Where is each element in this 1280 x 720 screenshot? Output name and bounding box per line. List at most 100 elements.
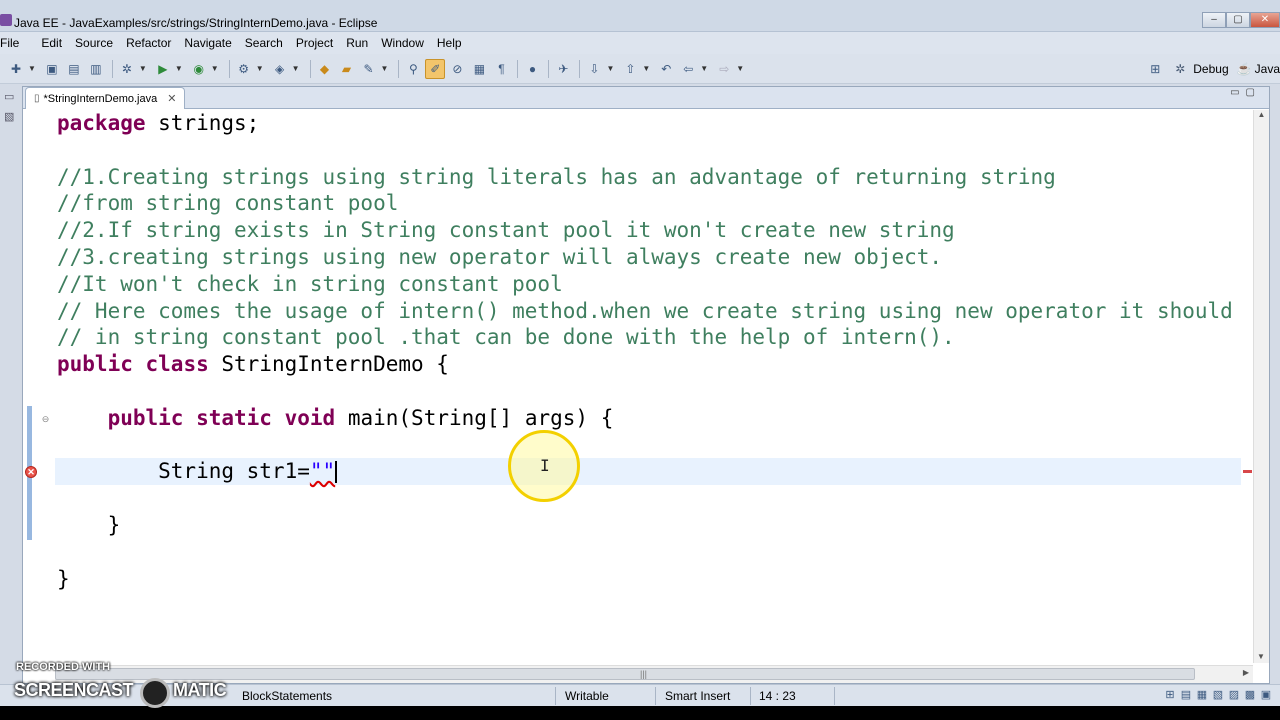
code-text: }: [57, 512, 121, 537]
server-icon[interactable]: ⚙: [234, 59, 254, 79]
code-keyword: public: [107, 405, 184, 430]
new-java-project-icon[interactable]: ◈: [270, 59, 290, 79]
code-line[interactable]: [55, 432, 1241, 459]
open-perspective-icon[interactable]: ⊞: [1145, 59, 1165, 79]
fold-collapse-icon[interactable]: ⊖: [41, 415, 50, 424]
status-separator: [750, 687, 751, 705]
open-type-icon[interactable]: ◆: [315, 59, 335, 79]
show-whitespace-icon[interactable]: ▦: [469, 59, 489, 79]
code-line[interactable]: [55, 485, 1241, 512]
new-dropdown-icon[interactable]: ▼: [28, 64, 36, 73]
menu-source[interactable]: Source: [75, 36, 120, 50]
coverage-icon[interactable]: ◉: [189, 59, 209, 79]
code-line[interactable]: // in string constant pool .that can be …: [55, 324, 1241, 351]
perspective-debug[interactable]: ✲ Debug: [1175, 62, 1228, 76]
run-dropdown-icon[interactable]: ▼: [175, 64, 183, 73]
last-edit-icon[interactable]: ↶: [656, 59, 676, 79]
restore-view-icon[interactable]: ▭: [4, 90, 18, 104]
scroll-down-icon[interactable]: ▼: [1254, 652, 1268, 661]
console-icon[interactable]: ▤: [1178, 688, 1194, 701]
code-line[interactable]: }: [55, 512, 1241, 539]
error-ruler-mark[interactable]: [1243, 470, 1252, 473]
next-annotation-dropdown-icon[interactable]: ▼: [606, 64, 614, 73]
open-folder-icon[interactable]: ▰: [337, 59, 357, 79]
package-explorer-icon[interactable]: ▧: [4, 110, 18, 124]
menu-window[interactable]: Window: [381, 36, 431, 50]
debug-icon[interactable]: ✲: [117, 59, 137, 79]
menu-search[interactable]: Search: [245, 36, 290, 50]
new-java-dropdown-icon[interactable]: ▼: [292, 64, 300, 73]
progress-icon[interactable]: ▣: [1258, 688, 1274, 701]
problems-icon[interactable]: ▧: [1210, 688, 1226, 701]
pin-editor-icon[interactable]: ✈: [553, 59, 573, 79]
code-line[interactable]: //1.Creating strings using string litera…: [55, 164, 1241, 191]
code-line[interactable]: // Here comes the usage of intern() meth…: [55, 298, 1241, 325]
forward-icon[interactable]: ⇨: [714, 59, 734, 79]
globe-icon[interactable]: ●: [522, 59, 542, 79]
close-window-button[interactable]: ✕: [1250, 12, 1280, 28]
block-selection-icon[interactable]: ⊘: [447, 59, 467, 79]
run-icon[interactable]: ▶: [153, 59, 173, 79]
servers-icon[interactable]: ▩: [1242, 688, 1258, 701]
ibeam-cursor-icon: I: [540, 456, 550, 475]
toolbar-separator: [517, 59, 519, 78]
minimize-button[interactable]: –: [1202, 12, 1226, 28]
back-dropdown-icon[interactable]: ▼: [700, 64, 708, 73]
new-icon[interactable]: ✚: [6, 59, 26, 79]
save-all-icon[interactable]: ▤: [64, 59, 84, 79]
menu-edit[interactable]: Edit: [41, 36, 69, 50]
code-line[interactable]: //It won't check in string constant pool: [55, 271, 1241, 298]
status-insert-mode[interactable]: Smart Insert: [665, 689, 730, 703]
prev-annotation-icon[interactable]: ⇧: [620, 59, 640, 79]
code-line[interactable]: [55, 378, 1241, 405]
code-comment: //2.If string exists in String constant …: [57, 218, 955, 243]
code-line[interactable]: public static void main(String[] args) {: [55, 405, 1241, 432]
code-line[interactable]: //from string constant pool: [55, 190, 1241, 217]
prev-annotation-dropdown-icon[interactable]: ▼: [642, 64, 650, 73]
maximize-button[interactable]: ▢: [1226, 12, 1250, 28]
code-line[interactable]: public class StringInternDemo {: [55, 351, 1241, 378]
save-icon[interactable]: ▣: [42, 59, 62, 79]
code-comment: // Here comes the usage of intern() meth…: [57, 298, 1241, 323]
code-line[interactable]: [55, 137, 1241, 164]
print-icon[interactable]: ▥: [86, 59, 106, 79]
editor-window-buttons[interactable]: ▭▢: [1230, 87, 1261, 98]
outline-icon[interactable]: ▦: [1194, 688, 1210, 701]
menu-run[interactable]: Run: [346, 36, 375, 50]
scroll-right-icon[interactable]: ▶: [1243, 668, 1249, 677]
toggle-breadcrumb-icon[interactable]: ⚲: [403, 59, 423, 79]
scroll-up-icon[interactable]: ▲: [1254, 110, 1269, 119]
paragraph-icon[interactable]: ¶: [491, 59, 511, 79]
status-separator: [555, 687, 556, 705]
code-editor[interactable]: package strings; //1.Creating strings usi…: [55, 110, 1241, 663]
menu-refactor[interactable]: Refactor: [126, 36, 178, 50]
vertical-scrollbar[interactable]: ▲ ▼: [1253, 110, 1269, 663]
code-line[interactable]: String str1="": [55, 458, 1241, 486]
code-comment: //1.Creating strings using string litera…: [57, 164, 1056, 189]
code-line[interactable]: [55, 539, 1241, 566]
mark-occurrences-icon[interactable]: ✐: [425, 58, 446, 79]
code-line[interactable]: }: [55, 566, 1241, 593]
coverage-dropdown-icon[interactable]: ▼: [211, 64, 219, 73]
menu-navigate[interactable]: Navigate: [184, 36, 238, 50]
search-icon[interactable]: ✎: [359, 59, 379, 79]
code-line[interactable]: //3.creating strings using new operator …: [55, 244, 1241, 271]
back-icon[interactable]: ⇦: [678, 59, 698, 79]
menu-file[interactable]: File: [0, 36, 26, 50]
code-line[interactable]: //2.If string exists in String constant …: [55, 217, 1241, 244]
menu-help[interactable]: Help: [437, 36, 469, 50]
server-dropdown-icon[interactable]: ▼: [256, 64, 264, 73]
search-dropdown-icon[interactable]: ▼: [381, 64, 389, 73]
code-line[interactable]: package strings;: [55, 110, 1241, 137]
tasks-icon[interactable]: ▨: [1226, 688, 1242, 701]
next-annotation-icon[interactable]: ⇩: [584, 59, 604, 79]
perspective-java[interactable]: ☕ Java: [1237, 62, 1280, 76]
error-icon[interactable]: ✕: [25, 466, 37, 478]
forward-dropdown-icon[interactable]: ▼: [736, 64, 744, 73]
menu-project[interactable]: Project: [296, 36, 340, 50]
minimized-view-icon[interactable]: ⊞: [1162, 688, 1178, 701]
editor-tab[interactable]: ▯ *StringInternDemo.java ✕: [25, 87, 186, 109]
debug-dropdown-icon[interactable]: ▼: [139, 64, 147, 73]
close-icon[interactable]: ✕: [167, 92, 176, 105]
